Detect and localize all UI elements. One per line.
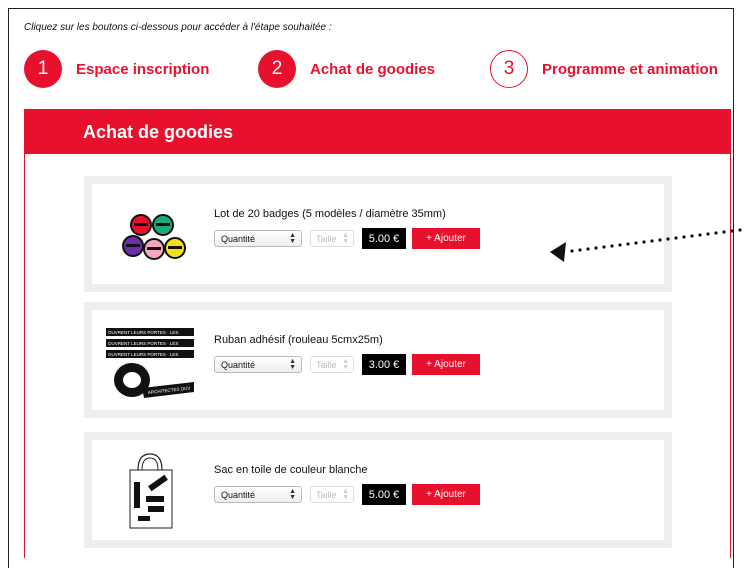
step-label: Achat de goodies [310, 60, 436, 78]
step-achat-goodies[interactable]: 2 Achat de goodies [258, 49, 435, 89]
add-to-cart-button[interactable]: + Ajouter [412, 354, 480, 375]
instruction-text: Cliquez sur les boutons ci-dessous pour … [24, 22, 332, 33]
step-label: Espace inscription [76, 60, 210, 78]
product-title: Lot de 20 badges (5 modèles / diamètre 3… [214, 208, 446, 220]
add-to-cart-button[interactable]: + Ajouter [412, 484, 480, 505]
step-espace-inscription[interactable]: 1 Espace inscription [24, 49, 209, 89]
price-tag: 5.00 € [362, 228, 406, 249]
svg-text:OUVRENT LEURS PORTES · LES: OUVRENT LEURS PORTES · LES [108, 341, 178, 346]
tote-bag-icon [129, 453, 173, 529]
svg-text:OUVRENT LEURS PORTES · LES: OUVRENT LEURS PORTES · LES [108, 352, 178, 357]
quantity-select[interactable]: Quantité ▲ ▼ [214, 356, 302, 373]
product-card: OUVRENT LEURS PORTES · LES OUVRENT LEURS… [84, 302, 672, 418]
quantity-select[interactable]: Quantité ▲ ▼ [214, 486, 302, 503]
select-arrows-icon: ▲ ▼ [342, 488, 349, 501]
size-select[interactable]: Taille ▲ ▼ [310, 230, 354, 247]
quantity-select[interactable]: Quantité ▲ ▼ [214, 230, 302, 247]
step-number: 1 [24, 50, 62, 88]
select-arrows-icon: ▲ ▼ [289, 232, 296, 245]
product-title: Ruban adhésif (rouleau 5cmx25m) [214, 334, 383, 346]
select-arrows-icon: ▲ ▼ [289, 358, 296, 371]
add-to-cart-button[interactable]: + Ajouter [412, 228, 480, 249]
product-card: Sac en toile de couleur blanche Quantité… [84, 432, 672, 548]
step-number: 3 [490, 50, 528, 88]
step-programme-animation[interactable]: 3 Programme et animation [490, 49, 718, 89]
select-arrows-icon: ▲ ▼ [342, 358, 349, 371]
select-arrows-icon: ▲ ▼ [289, 488, 296, 501]
price-tag: 3.00 € [362, 354, 406, 375]
badges-icon [122, 214, 186, 260]
product-title: Sac en toile de couleur blanche [214, 464, 368, 476]
dotted-arrow-icon [550, 228, 742, 262]
section-title: Achat de goodies [25, 110, 730, 154]
step-number: 2 [258, 50, 296, 88]
step-label: Programme et animation [542, 60, 718, 78]
size-select[interactable]: Taille ▲ ▼ [310, 356, 354, 373]
size-select[interactable]: Taille ▲ ▼ [310, 486, 354, 503]
select-arrows-icon: ▲ ▼ [342, 232, 349, 245]
tape-roll-icon: OUVRENT LEURS PORTES · LES OUVRENT LEURS… [106, 328, 194, 398]
svg-text:OUVRENT LEURS PORTES · LES: OUVRENT LEURS PORTES · LES [108, 330, 178, 335]
price-tag: 5.00 € [362, 484, 406, 505]
